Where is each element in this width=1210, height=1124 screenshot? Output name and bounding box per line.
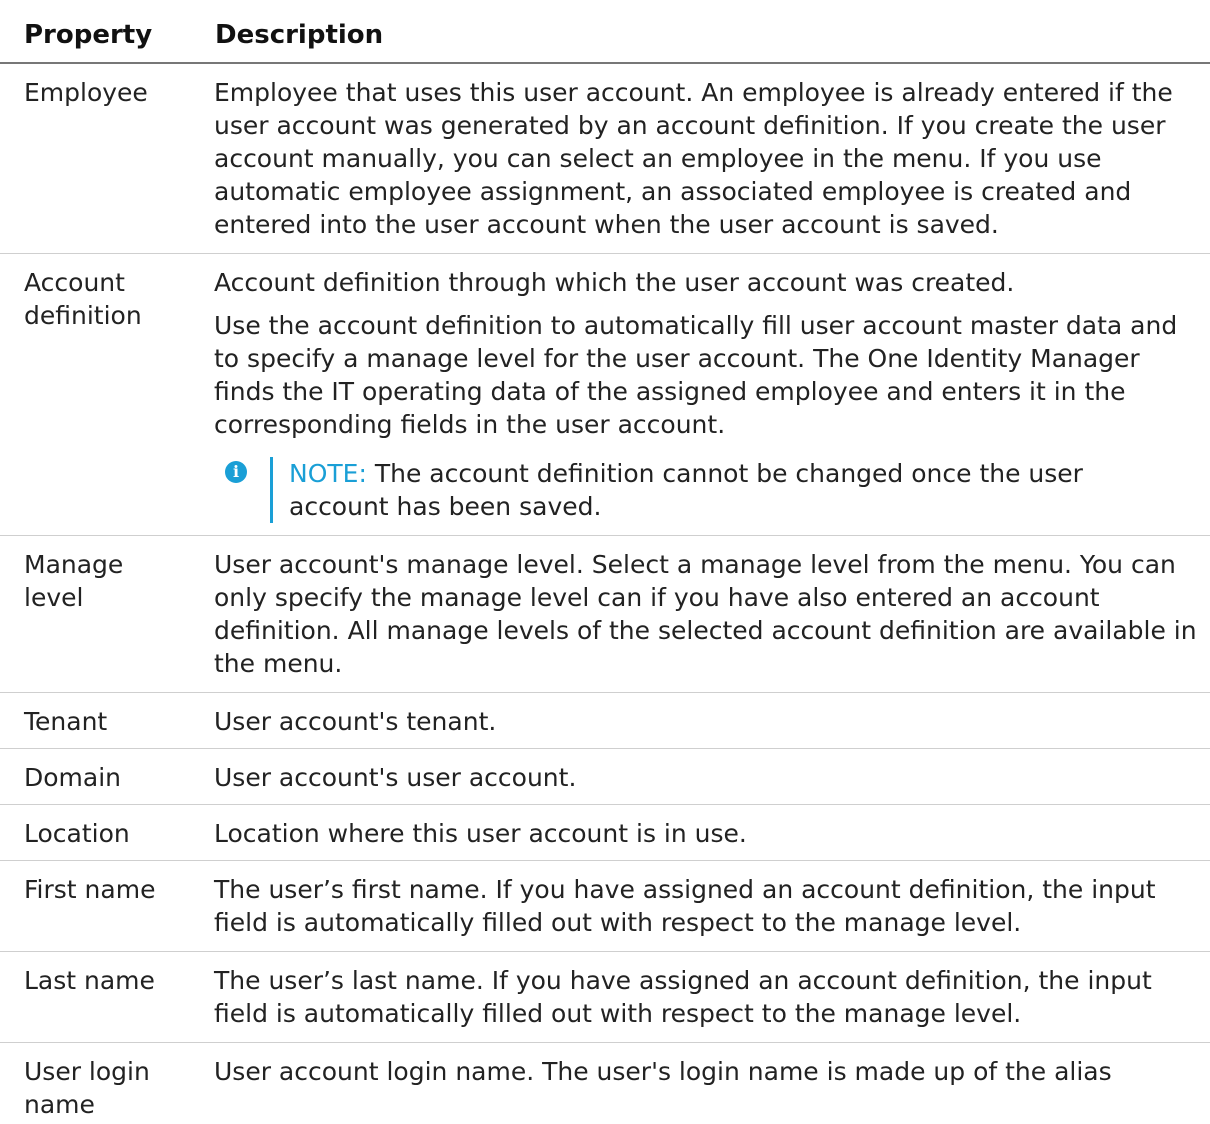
property-name: Location	[24, 819, 130, 848]
description-text: Use the account definition to automatica…	[214, 311, 1178, 439]
description-text: User account's user account.	[214, 763, 577, 792]
table-row: Last name The user’s last name. If you h…	[0, 952, 1210, 1043]
table-row: Tenant User account's tenant.	[0, 693, 1210, 749]
description-text: User account's tenant.	[214, 707, 497, 736]
description-text: Account definition through which the use…	[214, 268, 1015, 297]
property-name: Employee	[24, 78, 148, 107]
property-table: Property Description Employee Employee t…	[0, 0, 1210, 1119]
table-row: Domain User account's user account.	[0, 749, 1210, 805]
table-header: Property Description	[0, 0, 1210, 64]
property-name: Account definition	[24, 268, 142, 330]
property-name: Manage level	[24, 550, 124, 612]
description-text: The user’s last name. If you have assign…	[214, 966, 1152, 1028]
header-property: Property	[24, 20, 153, 50]
table-row: Manage level User account's manage level…	[0, 536, 1210, 693]
property-description: Employee that uses this user account. An…	[214, 76, 1204, 241]
description-text: Location where this user account is in u…	[214, 819, 747, 848]
table-row: Employee Employee that uses this user ac…	[0, 64, 1210, 254]
table-row: Location Location where this user accoun…	[0, 805, 1210, 861]
property-description: Account definition through which the use…	[214, 266, 1204, 523]
property-name: Last name	[24, 966, 155, 995]
property-name: Tenant	[24, 707, 108, 736]
property-name: First name	[24, 875, 156, 904]
property-description: The user’s last name. If you have assign…	[214, 964, 1204, 1030]
note-label: NOTE:	[289, 459, 367, 488]
info-icon: i	[225, 461, 247, 483]
header-description: Description	[215, 20, 384, 50]
description-text: Employee that uses this user account. An…	[214, 78, 1173, 239]
table-row: User login name User account login name.…	[0, 1043, 1210, 1119]
property-description: User account's manage level. Select a ma…	[214, 548, 1204, 680]
property-description: Location where this user account is in u…	[214, 817, 1204, 850]
table-row: Account definition Account definition th…	[0, 254, 1210, 536]
description-text: The user’s first name. If you have assig…	[214, 875, 1156, 937]
property-description: User account's tenant.	[214, 705, 1204, 738]
property-description: The user’s first name. If you have assig…	[214, 873, 1204, 939]
note-callout: i NOTE: The account definition cannot be…	[225, 457, 1119, 523]
description-text: User account's manage level. Select a ma…	[214, 550, 1197, 678]
table-row: First name The user’s first name. If you…	[0, 861, 1210, 952]
property-description: User account's user account.	[214, 761, 1204, 794]
note-text: The account definition cannot be changed…	[289, 459, 1083, 521]
property-description: User account login name. The user's logi…	[214, 1055, 1204, 1088]
property-name: Domain	[24, 763, 122, 792]
description-text: User account login name. The user's logi…	[214, 1057, 1112, 1086]
property-name: User login name	[24, 1057, 150, 1119]
